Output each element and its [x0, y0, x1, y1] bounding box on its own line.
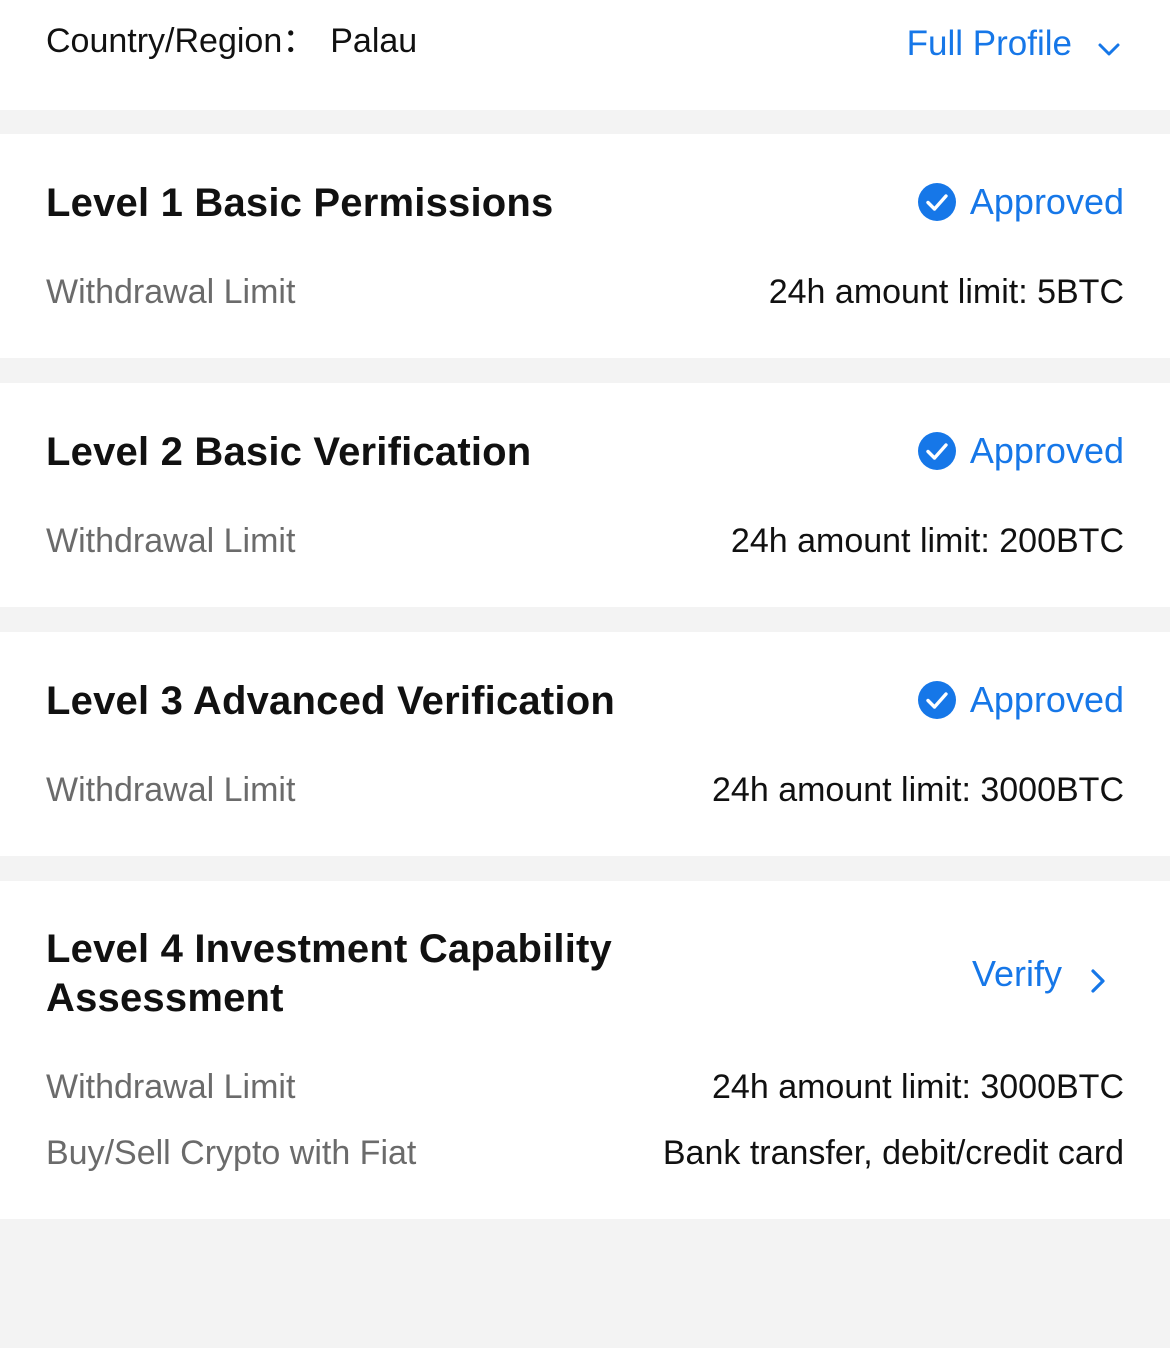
- level-3-card: Level 3 Advanced Verification Approved W…: [0, 632, 1170, 856]
- level-4-fiat-label: Buy/Sell Crypto with Fiat: [46, 1134, 417, 1172]
- level-2-withdrawal-value: 24h amount limit: 200BTC: [730, 522, 1124, 560]
- country-region-label: Country/Region：: [46, 22, 317, 60]
- level-4-card: Level 4 Investment Capability Assessment…: [0, 881, 1170, 1219]
- level-4-verify-button[interactable]: Verify: [972, 951, 1108, 997]
- check-circle-icon: [917, 431, 957, 471]
- level-4-withdrawal-value: 24h amount limit: 3000BTC: [712, 1068, 1124, 1106]
- level-1-card: Level 1 Basic Permissions Approved Withd…: [0, 134, 1170, 358]
- level-2-status: Approved: [917, 429, 1124, 473]
- level-1-title: Level 1 Basic Permissions: [46, 181, 554, 225]
- level-2-title: Level 2 Basic Verification: [46, 430, 532, 474]
- check-circle-icon: [917, 182, 957, 222]
- level-1-withdrawal-label: Withdrawal Limit: [46, 273, 296, 311]
- country-region: Country/Region： Palau: [46, 18, 417, 64]
- level-4-withdrawal-label: Withdrawal Limit: [46, 1068, 296, 1106]
- level-4-title: Level 4 Investment Capability Assessment: [46, 925, 612, 1023]
- chevron-down-icon: [1096, 31, 1122, 57]
- check-circle-icon: [917, 680, 957, 720]
- level-4-title-line2: Assessment: [46, 976, 284, 1020]
- level-2-card: Level 2 Basic Verification Approved With…: [0, 383, 1170, 607]
- level-3-status-label: Approved: [969, 679, 1124, 720]
- level-4-fiat-value: Bank transfer, debit/credit card: [662, 1134, 1124, 1172]
- level-3-withdrawal-label: Withdrawal Limit: [46, 771, 296, 809]
- level-3-withdrawal-value: 24h amount limit: 3000BTC: [712, 771, 1124, 809]
- profile-header: Country/Region： Palau Full Profile: [0, 0, 1170, 110]
- level-2-withdrawal-label: Withdrawal Limit: [46, 522, 296, 560]
- full-profile-label: Full Profile: [906, 24, 1072, 63]
- level-1-status: Approved: [917, 180, 1124, 224]
- full-profile-button[interactable]: Full Profile: [907, 20, 1122, 68]
- level-4-title-line1: Level 4 Investment Capability: [46, 927, 612, 971]
- level-1-status-label: Approved: [969, 181, 1124, 222]
- level-3-status: Approved: [917, 678, 1124, 722]
- verify-label: Verify: [971, 953, 1062, 994]
- level-3-title: Level 3 Advanced Verification: [46, 679, 615, 723]
- level-1-withdrawal-value: 24h amount limit: 5BTC: [768, 273, 1124, 311]
- country-region-value: Palau: [330, 22, 418, 60]
- chevron-right-icon: [1086, 961, 1108, 993]
- level-2-status-label: Approved: [969, 430, 1124, 471]
